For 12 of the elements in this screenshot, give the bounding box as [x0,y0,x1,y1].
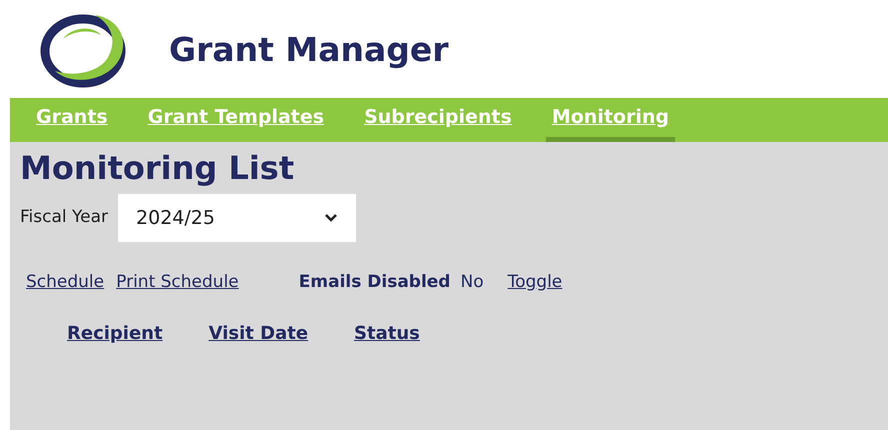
toggle-link[interactable]: Toggle [508,270,562,296]
emails-disabled-label: Emails Disabled [298,271,450,294]
field-label: Fiscal Year [20,206,108,230]
emails-disabled-value: No [460,271,484,294]
page-heading: Monitoring List [20,148,294,188]
chevron-down-icon [324,213,338,223]
schedule-link[interactable]: Print Schedule [116,270,239,296]
schedule-link[interactable]: Schedule [26,270,104,296]
column-header[interactable]: Status [354,320,420,346]
fiscal-year-dropdown[interactable]: 2024/25 [118,194,356,242]
column-header[interactable]: Visit Date [208,320,308,346]
column-header[interactable]: Recipient [67,320,163,346]
